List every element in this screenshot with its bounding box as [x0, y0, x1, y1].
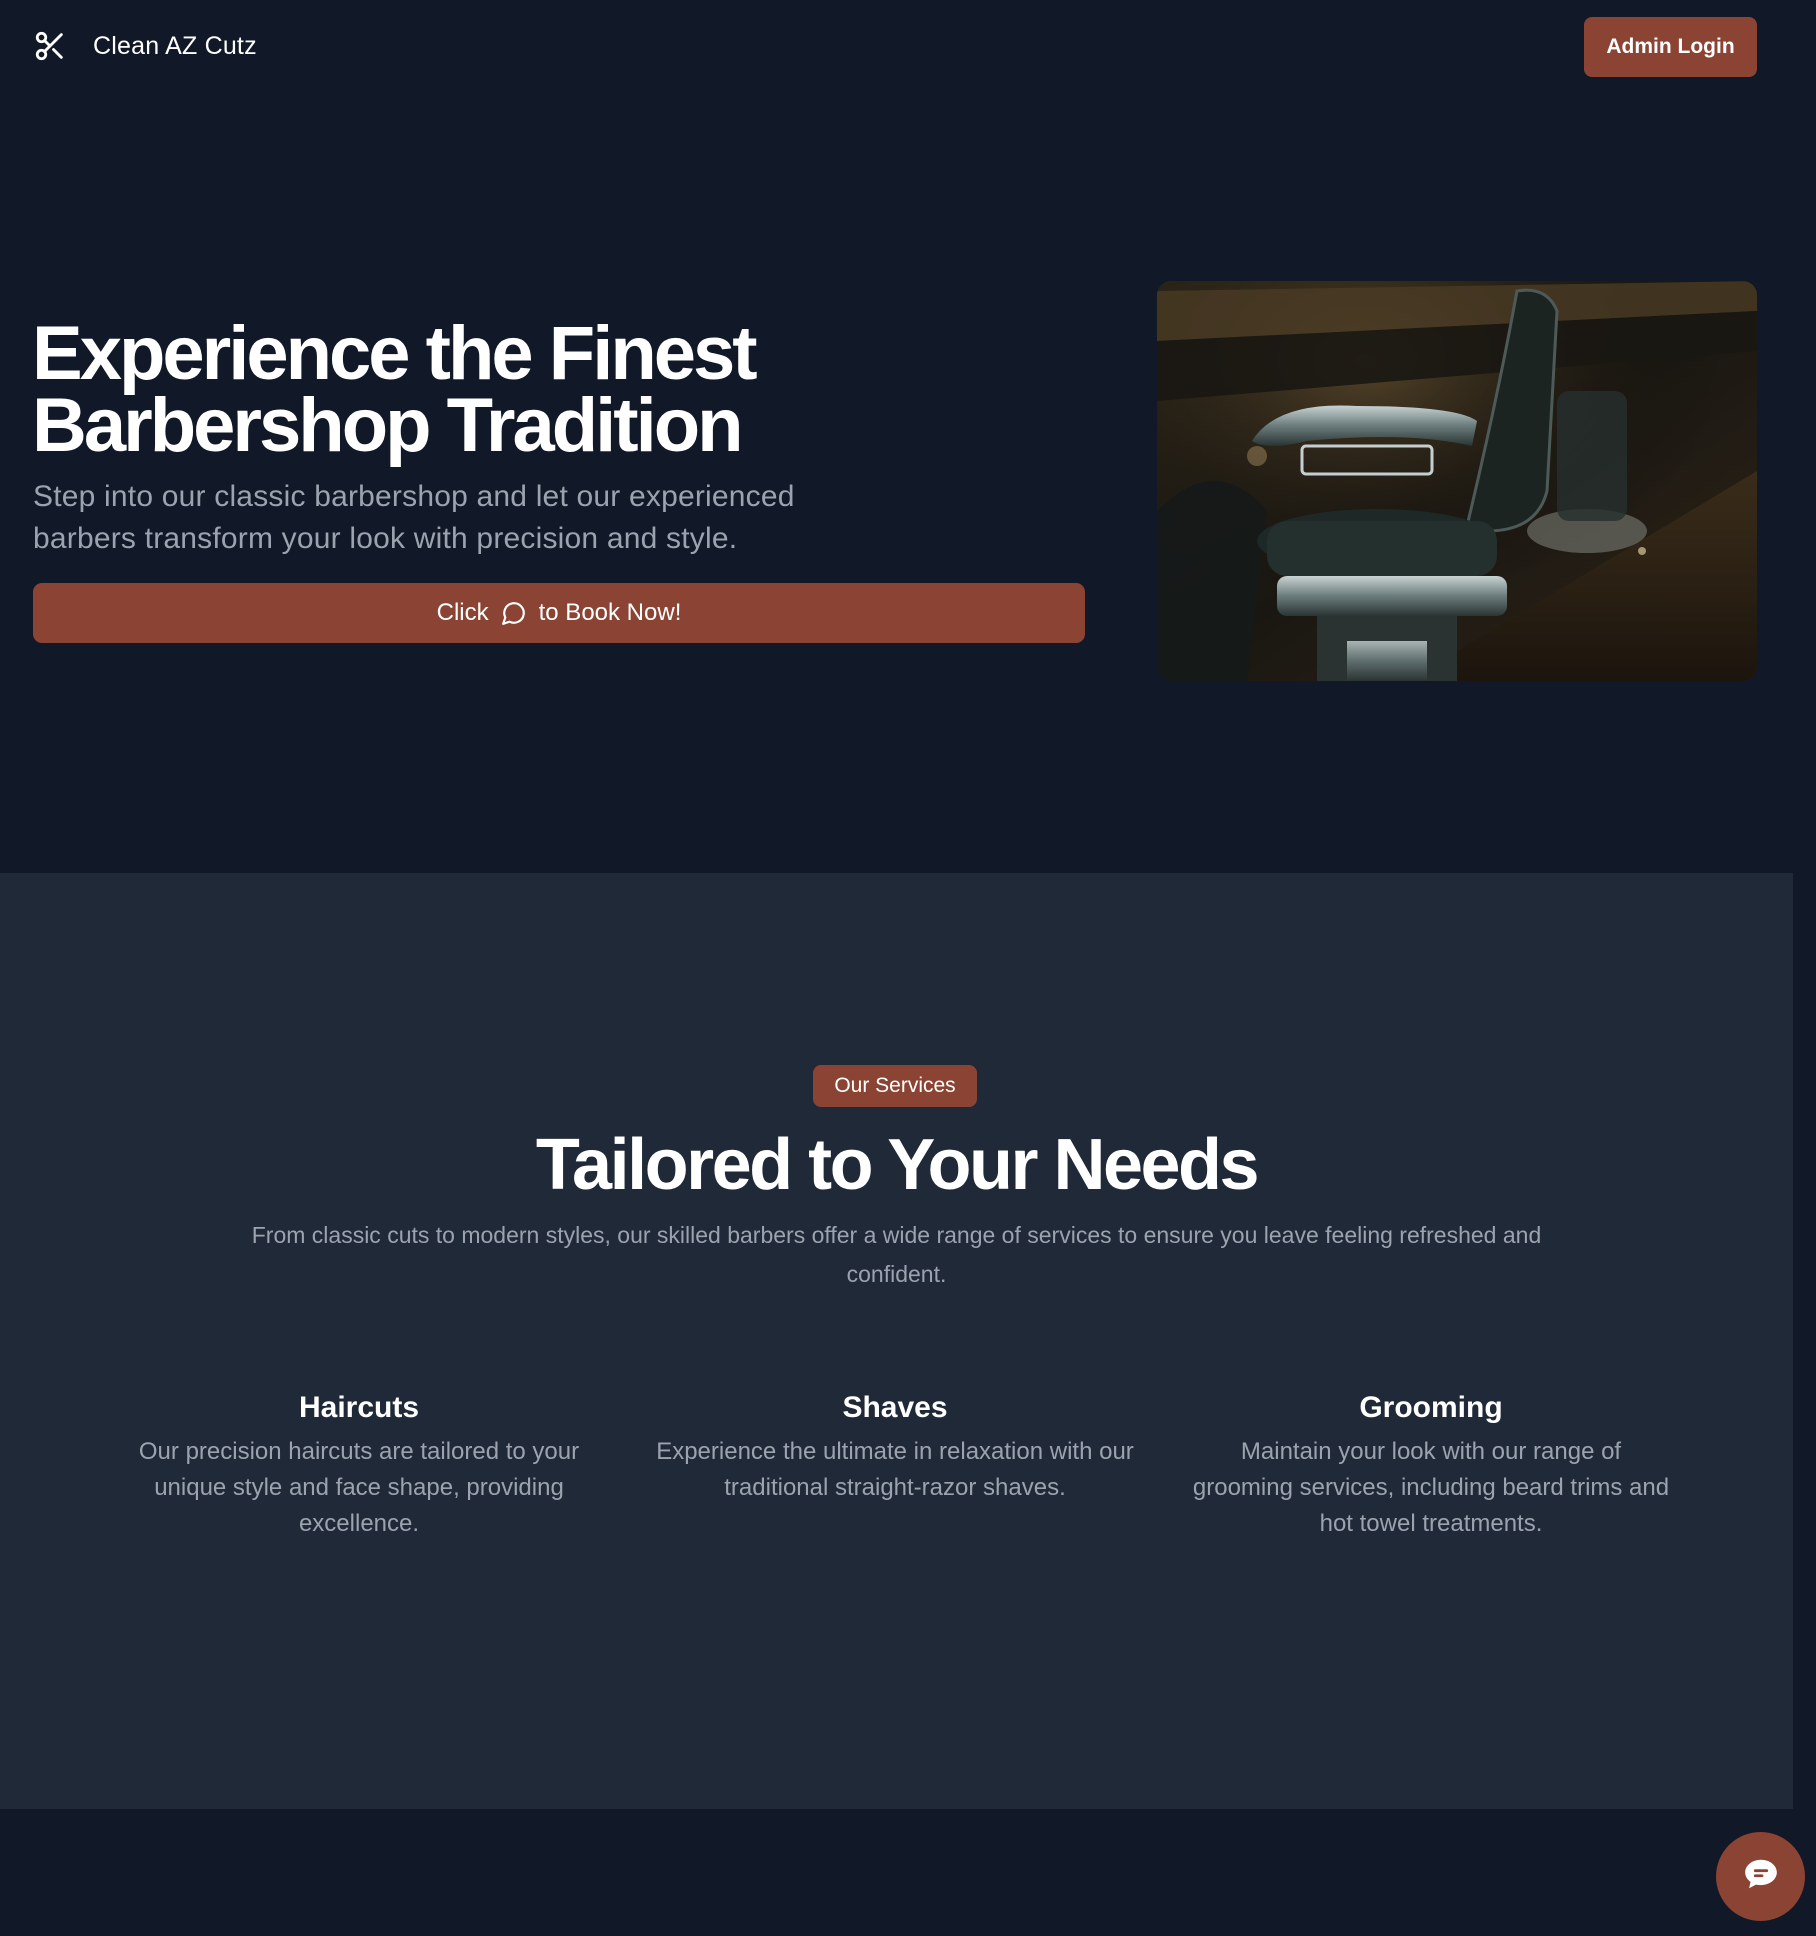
- book-prefix: Click: [436, 599, 489, 626]
- brand[interactable]: Clean AZ Cutz: [33, 28, 257, 64]
- book-suffix: to Book Now!: [538, 599, 682, 626]
- hero-title-line-2: Barbershop Tradition: [32, 383, 744, 468]
- service-title: Grooming: [1359, 1391, 1503, 1424]
- chat-widget-button[interactable]: [1716, 1832, 1805, 1921]
- hero-title: Experience the Finest Barbershop Traditi…: [32, 316, 1072, 464]
- services-section: Our Services Tailored to Your Needs From…: [0, 873, 1793, 1809]
- service-card-grooming: Grooming Maintain your look with our ran…: [1191, 1388, 1671, 1542]
- scissors-icon: [33, 29, 67, 63]
- barber-chair-photo: [1157, 281, 1757, 681]
- services-badge: Our Services: [813, 1065, 977, 1107]
- service-title: Shaves: [842, 1391, 948, 1424]
- site-header: Clean AZ Cutz Admin Login: [0, 0, 1816, 92]
- hero-subtitle: Step into our classic barbershop and let…: [33, 480, 795, 555]
- service-description: Our precision haircuts are tailored to y…: [138, 1438, 580, 1537]
- book-now-button[interactable]: Click to Book Now!: [33, 583, 1085, 643]
- chat-bubble-icon: [1742, 1855, 1780, 1898]
- service-title: Haircuts: [298, 1391, 420, 1424]
- service-description: Experience the ultimate in relaxation wi…: [656, 1438, 1134, 1501]
- services-title: Tailored to Your Needs: [535, 1125, 1260, 1205]
- service-card-haircuts: Haircuts Our precision haircuts are tail…: [119, 1388, 599, 1542]
- brand-name: Clean AZ Cutz: [93, 31, 257, 60]
- service-description: Maintain your look with our range of gro…: [1192, 1438, 1670, 1537]
- services-subtitle: From classic cuts to modern styles, our …: [251, 1222, 1542, 1287]
- admin-login-button[interactable]: Admin Login: [1584, 17, 1757, 77]
- page: Clean AZ Cutz Admin Login Experience the…: [0, 0, 1816, 1936]
- service-card-shaves: Shaves Experience the ultimate in relaxa…: [655, 1388, 1135, 1506]
- message-circle-icon: [501, 600, 527, 626]
